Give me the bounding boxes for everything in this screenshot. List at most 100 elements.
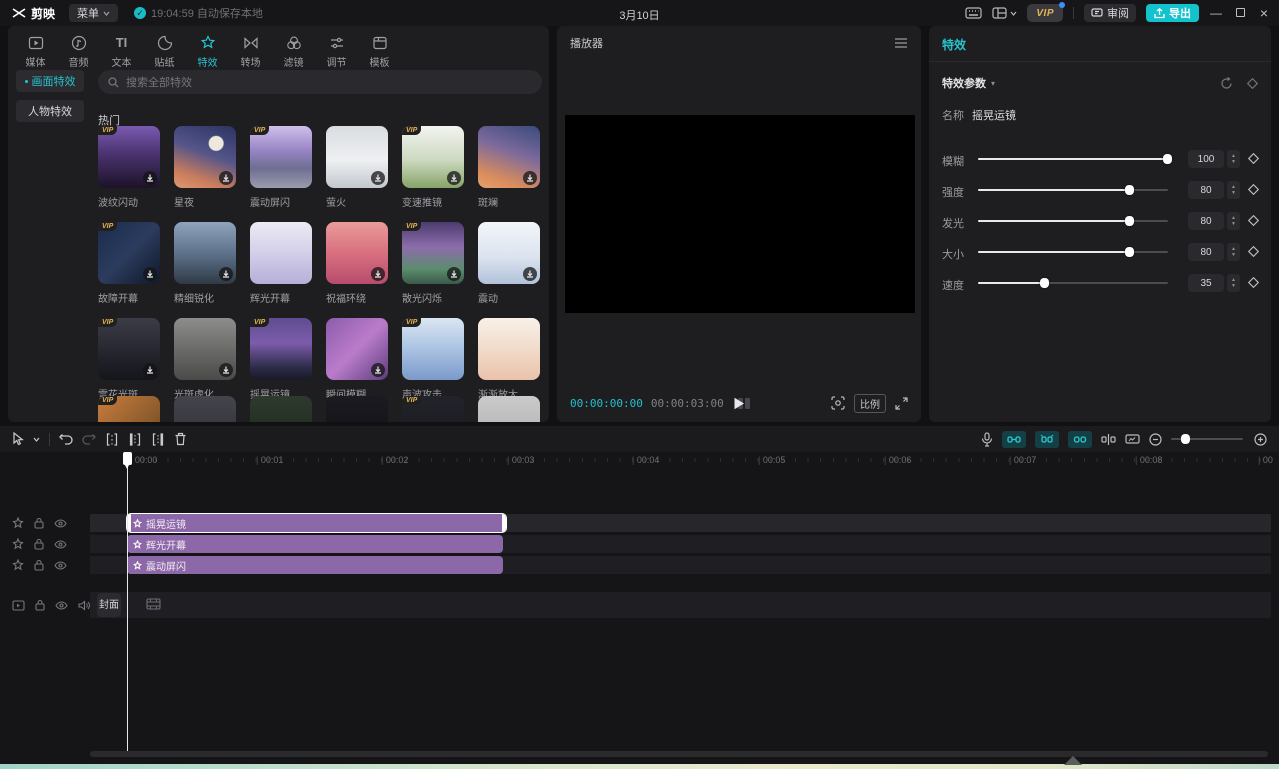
- download-icon[interactable]: [219, 171, 233, 185]
- menu-button[interactable]: 菜单: [69, 4, 118, 22]
- download-icon[interactable]: [447, 171, 461, 185]
- effect-clip[interactable]: 震动屏闪: [127, 556, 503, 574]
- download-icon[interactable]: [219, 363, 233, 377]
- tab-sticker[interactable]: 贴纸: [143, 32, 186, 72]
- lock-icon[interactable]: [34, 517, 44, 529]
- export-button[interactable]: 导出: [1146, 4, 1199, 22]
- effect-card[interactable]: VIP 摇晃运镜: [250, 318, 312, 401]
- main-track-magnet-toggle[interactable]: [1002, 431, 1026, 448]
- effect-thumbnail[interactable]: VIP: [250, 318, 312, 380]
- download-icon[interactable]: [143, 267, 157, 281]
- main-video-track[interactable]: [90, 592, 1271, 618]
- slider-handle[interactable]: [1125, 216, 1134, 226]
- preview-focus-icon[interactable]: [831, 396, 845, 410]
- download-icon[interactable]: [371, 363, 385, 377]
- effect-thumbnail[interactable]: VIP: [402, 126, 464, 188]
- download-icon[interactable]: [143, 171, 157, 185]
- effect-card[interactable]: VIP 瞬间模糊: [326, 318, 388, 401]
- horizontal-scrollbar[interactable]: [90, 751, 1268, 757]
- keyframe-diamond-icon[interactable]: [1248, 277, 1259, 288]
- select-cursor-icon[interactable]: [12, 432, 24, 446]
- value-stepper[interactable]: ▲▼: [1227, 181, 1240, 199]
- keyframe-diamond-icon[interactable]: [1247, 78, 1258, 89]
- category-screen-effects[interactable]: 画面特效: [16, 70, 84, 92]
- effect-thumbnail[interactable]: VIP: [98, 318, 160, 380]
- effect-thumbnail[interactable]: VIP: [326, 396, 388, 422]
- effect-clip[interactable]: 摇晃运镜: [127, 514, 506, 532]
- minimize-button[interactable]: —: [1209, 6, 1223, 20]
- effect-card[interactable]: VIP 波纹闪动: [98, 126, 160, 209]
- download-icon[interactable]: [447, 267, 461, 281]
- effect-card[interactable]: VIP 震动: [478, 222, 540, 305]
- tab-transition[interactable]: 转场: [229, 32, 272, 72]
- effect-card[interactable]: VIP: [250, 396, 312, 422]
- playhead-handle[interactable]: [123, 452, 132, 465]
- param-value[interactable]: 80: [1188, 181, 1224, 199]
- effect-thumbnail[interactable]: VIP: [98, 126, 160, 188]
- vip-badge-button[interactable]: VIP: [1027, 4, 1063, 22]
- effect-thumbnail[interactable]: VIP: [174, 126, 236, 188]
- download-icon[interactable]: [371, 171, 385, 185]
- eye-icon[interactable]: [54, 561, 67, 570]
- slider-handle[interactable]: [1040, 278, 1049, 288]
- category-character-effects[interactable]: 人物特效: [16, 100, 84, 122]
- effect-card[interactable]: VIP 光斑虚化: [174, 318, 236, 401]
- effects-search-input[interactable]: 搜索全部特效: [98, 70, 542, 94]
- effect-thumbnail[interactable]: VIP: [326, 318, 388, 380]
- effect-thumbnail[interactable]: VIP: [250, 126, 312, 188]
- effect-thumbnail[interactable]: VIP: [402, 318, 464, 380]
- review-button[interactable]: 审阅: [1084, 4, 1136, 22]
- collapse-caret-icon[interactable]: ▾: [991, 79, 995, 88]
- playhead-line[interactable]: [127, 452, 128, 753]
- download-icon[interactable]: [219, 267, 233, 281]
- effect-clip[interactable]: 辉光开幕: [127, 535, 503, 553]
- effect-card[interactable]: VIP: [326, 396, 388, 422]
- shortcut-keyboard-icon[interactable]: [965, 7, 982, 19]
- close-button[interactable]: ×: [1257, 5, 1271, 21]
- auto-snap-toggle[interactable]: [1035, 431, 1059, 448]
- tab-template[interactable]: 模板: [358, 32, 401, 72]
- cursor-mode-caret-icon[interactable]: [33, 437, 40, 442]
- preview-axis-icon[interactable]: [1101, 433, 1116, 446]
- param-value[interactable]: 35: [1188, 274, 1224, 292]
- effect-card[interactable]: VIP 变速推镜: [402, 126, 464, 209]
- effect-thumbnail[interactable]: VIP: [402, 222, 464, 284]
- slider-handle[interactable]: [1163, 154, 1172, 164]
- value-stepper[interactable]: ▲▼: [1227, 150, 1240, 168]
- fullscreen-icon[interactable]: [895, 397, 908, 410]
- download-icon[interactable]: [371, 267, 385, 281]
- value-stepper[interactable]: ▲▼: [1227, 212, 1240, 230]
- keyframe-diamond-icon[interactable]: [1248, 246, 1259, 257]
- inspector-tab-effects[interactable]: 特效: [929, 26, 1271, 62]
- effect-card[interactable]: VIP 声波攻击: [402, 318, 464, 401]
- reset-params-icon[interactable]: [1220, 77, 1233, 90]
- layout-switch-icon[interactable]: [992, 7, 1017, 19]
- mute-icon[interactable]: [78, 600, 90, 611]
- zoom-slider-handle[interactable]: [1181, 434, 1190, 444]
- player-options-icon[interactable]: [894, 38, 908, 48]
- effect-card[interactable]: VIP 故障开幕: [98, 222, 160, 305]
- effect-card[interactable]: VIP 精细锐化: [174, 222, 236, 305]
- delete-clip-icon[interactable]: [174, 432, 187, 446]
- effect-thumbnail[interactable]: VIP: [98, 396, 160, 422]
- timeline-adapt-icon[interactable]: [1125, 433, 1140, 445]
- lock-icon[interactable]: [35, 599, 45, 611]
- tab-text[interactable]: TI 文本: [100, 32, 143, 72]
- value-stepper[interactable]: ▲▼: [1227, 243, 1240, 261]
- effect-thumbnail[interactable]: VIP: [326, 222, 388, 284]
- effect-thumbnail[interactable]: VIP: [478, 318, 540, 380]
- eye-icon[interactable]: [55, 601, 68, 610]
- effect-thumbnail[interactable]: VIP: [478, 222, 540, 284]
- effect-card[interactable]: VIP: [174, 396, 236, 422]
- redo-icon[interactable]: [82, 433, 96, 445]
- tab-adjust[interactable]: 调节: [315, 32, 358, 72]
- effect-card[interactable]: VIP: [478, 396, 540, 422]
- maximize-button[interactable]: [1233, 6, 1247, 20]
- cover-button[interactable]: 封面: [97, 593, 121, 617]
- effect-thumbnail[interactable]: VIP: [250, 396, 312, 422]
- tab-media[interactable]: 媒体: [14, 32, 57, 72]
- effect-thumbnail[interactable]: VIP: [326, 126, 388, 188]
- slider-handle[interactable]: [1125, 247, 1134, 257]
- effect-card[interactable]: VIP: [402, 396, 464, 422]
- effect-thumbnail[interactable]: VIP: [250, 222, 312, 284]
